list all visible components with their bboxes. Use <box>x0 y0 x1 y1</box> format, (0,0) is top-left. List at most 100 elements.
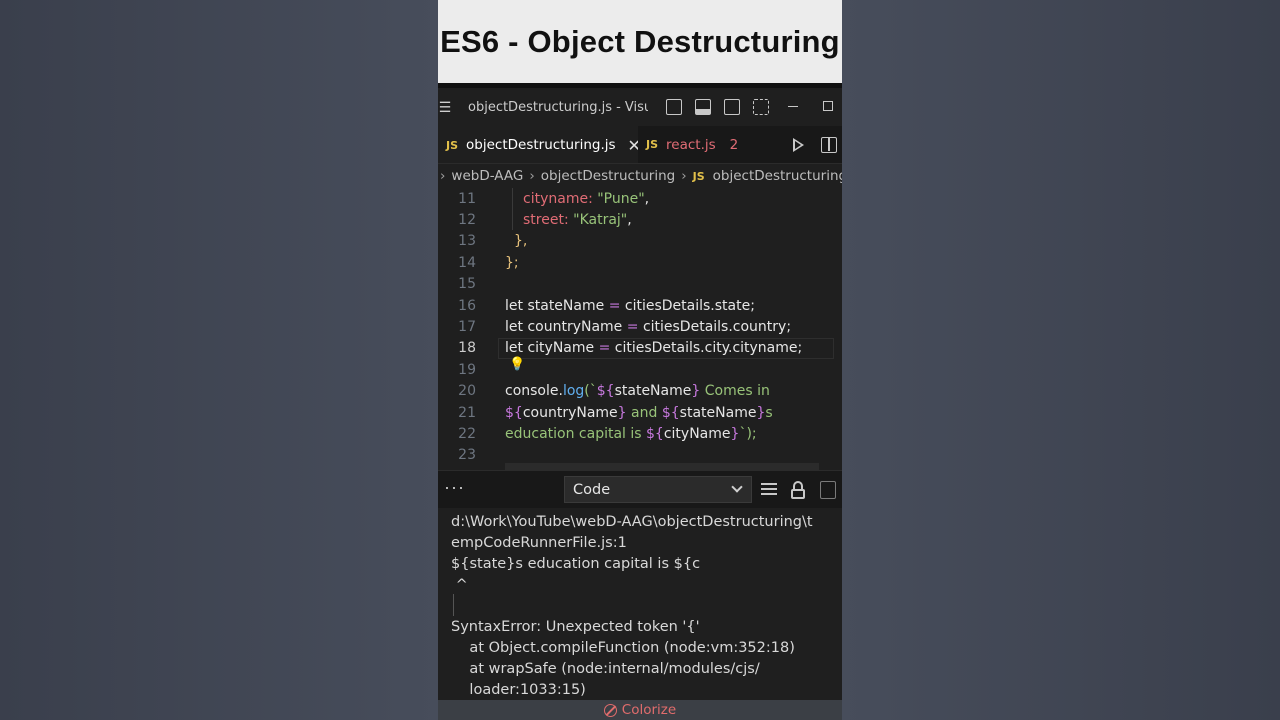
lock-icon[interactable] <box>791 481 805 499</box>
line-number: 19 <box>458 361 476 378</box>
tab-objectDestructuring[interactable]: JS objectDestructuring.js ✕ <box>438 126 641 163</box>
code-token: , <box>644 190 650 207</box>
line-number: 18 <box>458 340 476 357</box>
more-actions-icon[interactable]: ··· <box>444 477 465 498</box>
js-file-icon: JS <box>446 138 459 152</box>
code-token: let <box>505 319 523 336</box>
code-token: cityName <box>663 426 731 443</box>
code-token: stateName <box>614 383 692 400</box>
select-value: Code <box>573 481 611 498</box>
output-line: at Object.compileFunction (node:vm:352:1… <box>451 640 795 656</box>
chevron-right-icon: › <box>440 168 446 184</box>
title-banner: ES6 - Object Destructuring <box>438 0 842 83</box>
background-left <box>0 0 438 720</box>
line-number: 20 <box>458 383 476 400</box>
customize-layout-icon[interactable] <box>753 99 769 115</box>
colorize-label[interactable]: Colorize <box>622 702 676 718</box>
code-token: stateName <box>527 297 605 314</box>
copy-icon[interactable] <box>820 481 836 499</box>
code-token: console. <box>505 383 563 400</box>
lightbulb-icon[interactable]: 💡 <box>509 357 525 372</box>
tab-react[interactable]: JS react.js 2 <box>638 126 770 163</box>
code-token: citiesDetails.country; <box>642 319 792 336</box>
split-editor-icon[interactable] <box>821 137 837 153</box>
output-line: empCodeRunnerFile.js:1 <box>451 535 627 551</box>
code-token: countryName <box>527 319 623 336</box>
run-icon[interactable] <box>793 138 804 152</box>
output-channel-select[interactable]: Code <box>564 476 752 503</box>
output-divider <box>453 594 454 616</box>
line-number: 16 <box>458 297 476 314</box>
code-token: citiesDetails.state; <box>624 297 755 314</box>
code-token: let <box>505 340 523 357</box>
toggle-primary-sidebar-icon[interactable] <box>666 99 682 115</box>
output-line: loader:1033:15) <box>451 682 586 698</box>
code-token: = <box>626 319 639 336</box>
code-token: }; <box>505 254 519 271</box>
code-token: log <box>562 383 585 400</box>
faded-comment-line <box>505 463 819 470</box>
window-title: objectDestructuring.js - Visu... <box>468 99 648 115</box>
code-token: }, <box>514 233 528 250</box>
code-token: = <box>598 340 611 357</box>
code-token: } <box>617 404 627 421</box>
line-number: 23 <box>458 447 476 464</box>
line-number: 12 <box>458 212 476 229</box>
hamburger-icon[interactable]: ☰ <box>438 99 452 116</box>
toggle-panel-icon[interactable] <box>695 99 711 115</box>
indent-guide <box>512 188 513 230</box>
js-file-icon: JS <box>692 169 705 183</box>
tab-label: react.js <box>666 136 716 153</box>
problems-badge: 2 <box>729 136 739 153</box>
breadcrumb-item[interactable]: webD-AAG <box>451 168 523 184</box>
output-line: at wrapSafe (node:internal/modules/cjs/ <box>451 661 760 677</box>
code-token: let <box>505 297 523 314</box>
breadcrumb: › webD-AAG › objectDestructuring › JS ob… <box>438 164 842 188</box>
editor-tabs: JS objectDestructuring.js ✕ JS react.js … <box>438 126 842 164</box>
maximize-icon[interactable] <box>823 101 833 111</box>
code-token: "Katraj" <box>573 212 628 229</box>
code-token: (` <box>584 383 597 400</box>
output-line: d:\Work\YouTube\webD-AAG\objectDestructu… <box>451 514 813 530</box>
chevron-right-icon: › <box>681 168 687 184</box>
line-number: 15 <box>458 276 476 293</box>
code-token: } <box>691 383 701 400</box>
breadcrumb-item[interactable]: objectDestructuring.js <box>713 168 842 184</box>
background-right <box>842 0 1280 720</box>
output-line: SyntaxError: Unexpected token '{' <box>451 619 700 635</box>
breadcrumb-item[interactable]: objectDestructuring <box>541 168 675 184</box>
js-file-icon: JS <box>646 138 659 151</box>
status-bar: Colorize <box>438 700 842 720</box>
code-token: = <box>608 297 621 314</box>
line-number: 11 <box>458 190 476 207</box>
line-number: 17 <box>458 319 476 336</box>
line-number: 21 <box>458 404 476 421</box>
minimize-icon[interactable] <box>788 106 798 107</box>
line-number: 14 <box>458 254 476 271</box>
code-token: citiesDetails.city.cityname; <box>614 340 803 357</box>
code-token: "Pune" <box>597 190 645 207</box>
toggle-secondary-sidebar-icon[interactable] <box>724 99 740 115</box>
chevron-right-icon: › <box>529 168 535 184</box>
clear-output-icon[interactable] <box>761 483 777 498</box>
code-token: Comes in <box>700 383 770 400</box>
video-frame: ES6 - Object Destructuring ☰ objectDestr… <box>438 0 842 720</box>
code-token: countryName <box>522 404 618 421</box>
code-token: education capital is <box>505 426 647 443</box>
code-editor[interactable]: 11 cityname: "Pune", 12 street: "Katraj"… <box>438 188 842 470</box>
window-titlebar: ☰ objectDestructuring.js - Visu... <box>438 88 842 126</box>
code-token: and <box>626 404 662 421</box>
output-panel-header: ··· Code <box>438 470 842 508</box>
code-token: street: <box>523 212 569 229</box>
output-line: ^ <box>451 577 468 593</box>
code-token: ${ <box>646 426 664 443</box>
code-token: `); <box>739 426 757 443</box>
code-token: cityName <box>527 340 595 357</box>
line-number: 13 <box>458 233 476 250</box>
code-token: stateName <box>679 404 757 421</box>
output-line: ${state}s education capital is ${c <box>451 556 701 572</box>
code-token: , <box>627 212 632 229</box>
code-token: cityname: <box>523 190 593 207</box>
output-panel[interactable]: d:\Work\YouTube\webD-AAG\objectDestructu… <box>438 510 842 700</box>
code-token: ${ <box>596 383 615 400</box>
